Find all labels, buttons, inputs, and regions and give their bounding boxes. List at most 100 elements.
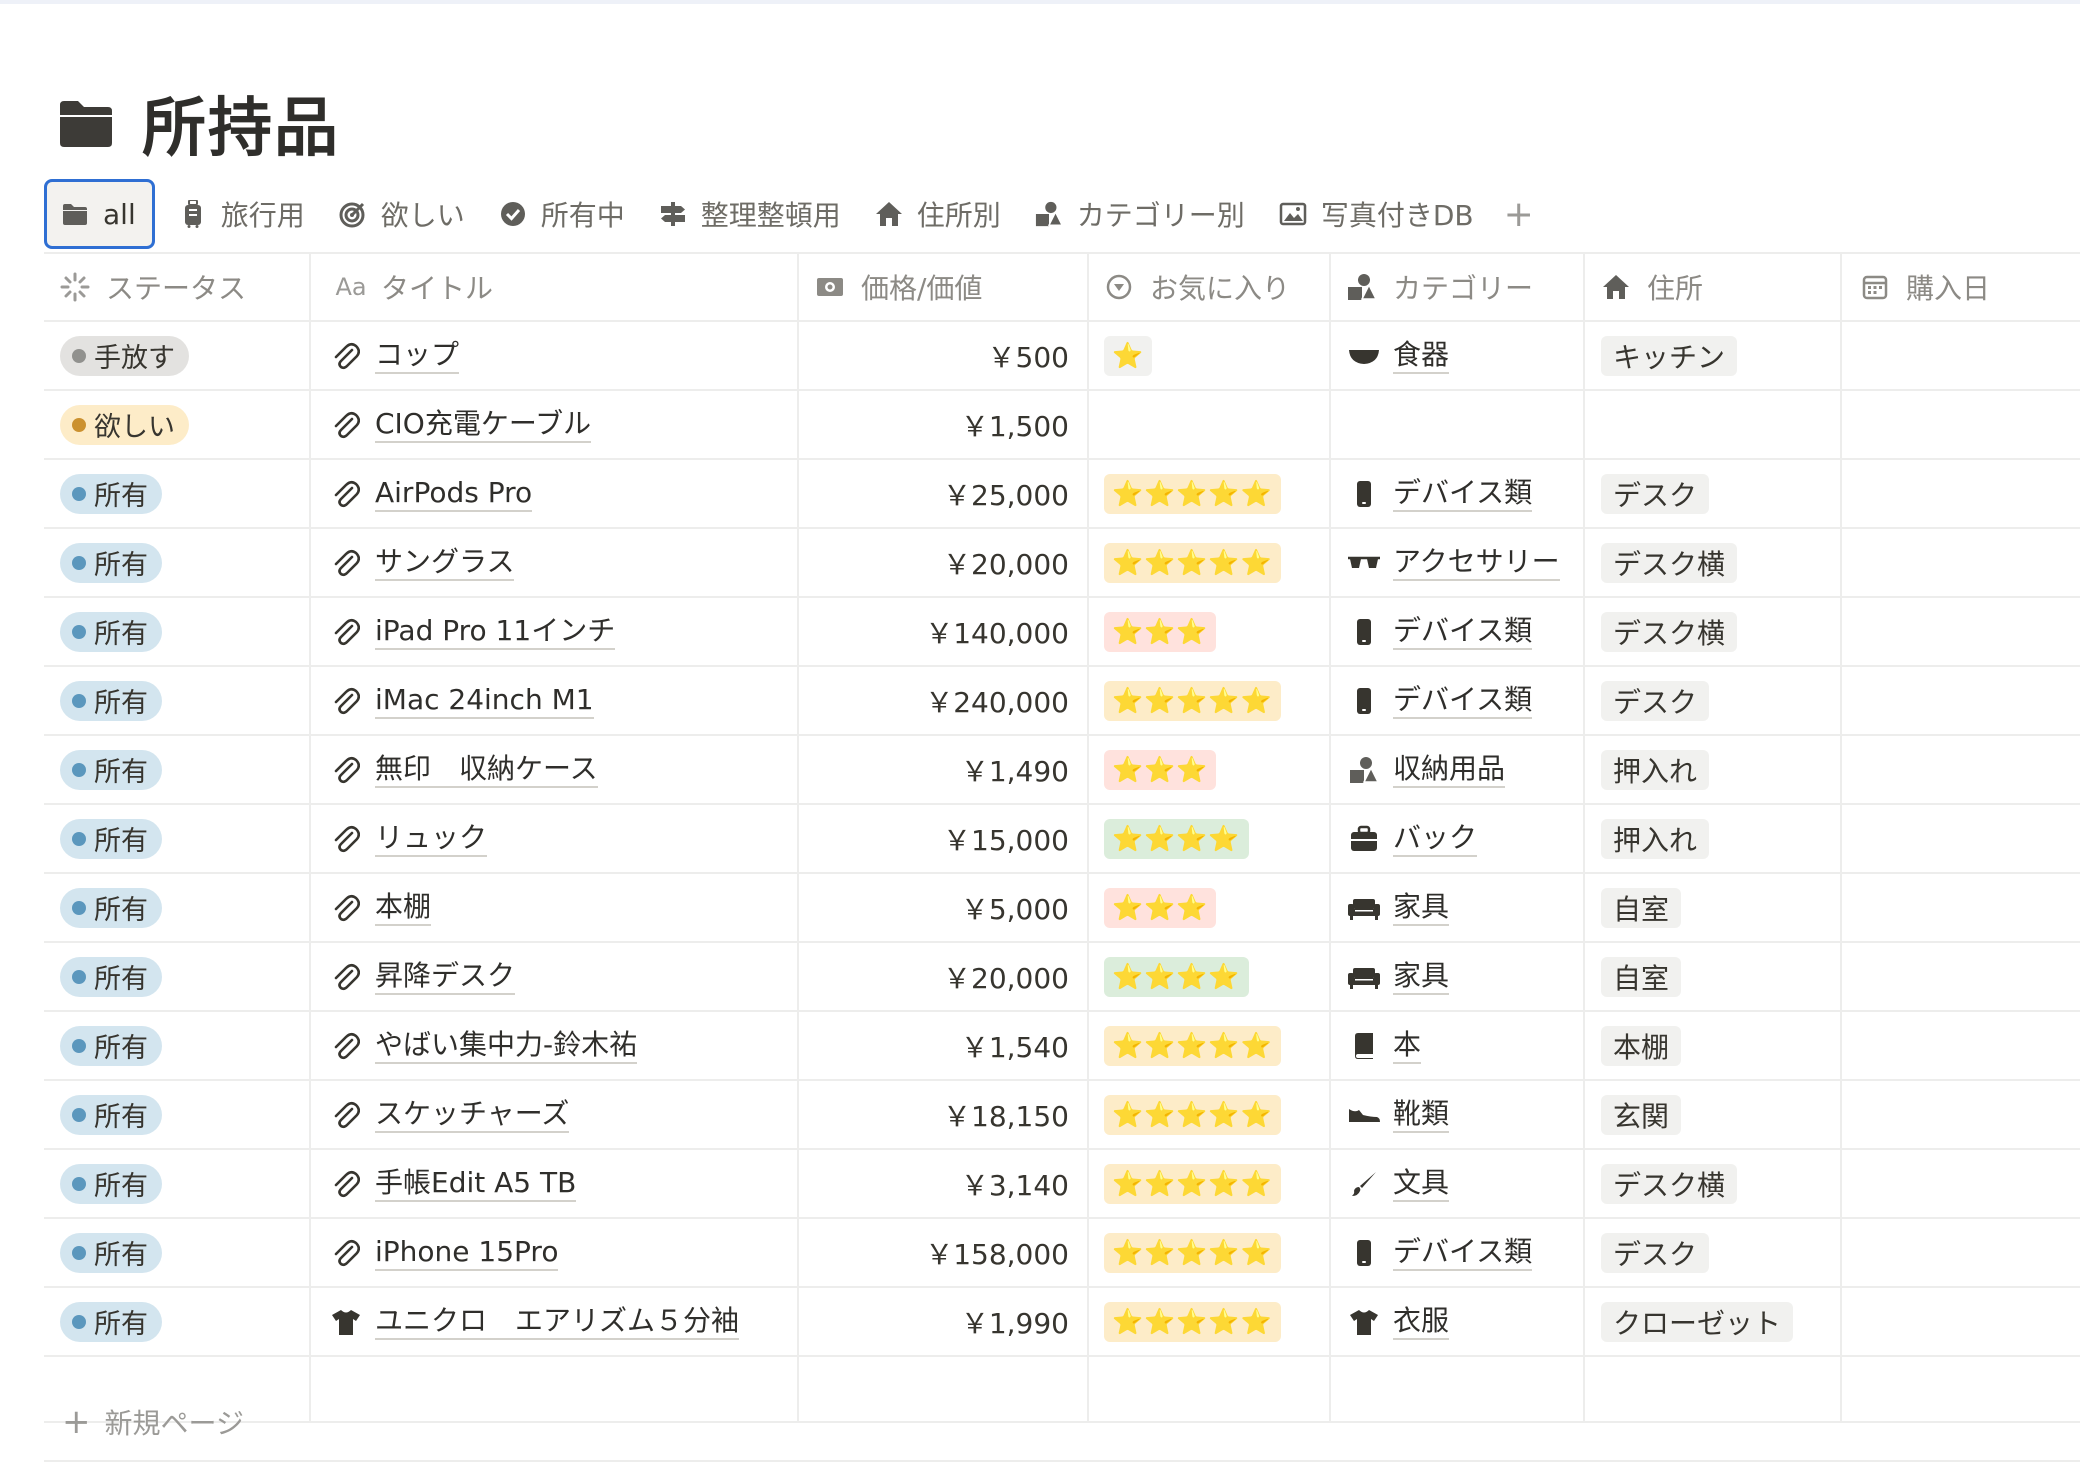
- title-cell[interactable]: 本棚: [311, 874, 799, 941]
- title-cell[interactable]: ユニクロ エアリズム５分袖: [311, 1288, 799, 1355]
- category-cell[interactable]: 文具: [1331, 1150, 1585, 1217]
- table-row[interactable]: 所有 iMac 24inch M1 ￥240,000 ⭐⭐⭐⭐⭐ デバイス類 デ…: [44, 667, 2080, 736]
- category-cell[interactable]: 本: [1331, 1012, 1585, 1079]
- column-header[interactable]: 購入日: [1842, 254, 2080, 320]
- table-row[interactable]: 所有 無印 収納ケース ￥1,490 ⭐⭐⭐ 収納用品 押入れ: [44, 736, 2080, 805]
- item-title[interactable]: 本棚: [375, 890, 432, 926]
- price-cell[interactable]: ￥1,540: [799, 1012, 1089, 1079]
- item-title[interactable]: リュック: [375, 821, 488, 857]
- category-link[interactable]: 収納用品: [1393, 752, 1506, 788]
- location-cell[interactable]: デスク: [1585, 667, 1842, 734]
- item-title[interactable]: 無印 収納ケース: [375, 752, 598, 788]
- title-cell[interactable]: スケッチャーズ: [311, 1081, 799, 1148]
- location-cell[interactable]: デスク横: [1585, 1150, 1842, 1217]
- price-cell[interactable]: ￥20,000: [799, 529, 1089, 596]
- status-cell[interactable]: 手放す: [44, 322, 311, 389]
- location-cell[interactable]: 自室: [1585, 943, 1842, 1010]
- purchase-date-cell[interactable]: [1842, 667, 2080, 734]
- purchase-date-cell[interactable]: [1842, 322, 2080, 389]
- category-link[interactable]: 家具: [1393, 959, 1450, 995]
- location-cell[interactable]: 本棚: [1585, 1012, 1842, 1079]
- title-cell[interactable]: iPhone 15Pro: [311, 1219, 799, 1286]
- item-title[interactable]: iMac 24inch M1: [375, 683, 594, 719]
- item-title[interactable]: サングラス: [375, 545, 515, 581]
- price-cell[interactable]: ￥3,140: [799, 1150, 1089, 1217]
- category-cell[interactable]: 靴類: [1331, 1081, 1585, 1148]
- category-cell[interactable]: 食器: [1331, 322, 1585, 389]
- purchase-date-cell[interactable]: [1842, 736, 2080, 803]
- purchase-date-cell[interactable]: [1842, 391, 2080, 458]
- status-cell[interactable]: 欲しい: [44, 391, 311, 458]
- location-cell[interactable]: クローゼット: [1585, 1288, 1842, 1355]
- purchase-date-cell[interactable]: [1842, 874, 2080, 941]
- item-title[interactable]: 昇降デスク: [375, 959, 516, 995]
- purchase-date-cell[interactable]: [1842, 1150, 2080, 1217]
- category-cell[interactable]: 衣服: [1331, 1288, 1585, 1355]
- price-cell[interactable]: ￥1,500: [799, 391, 1089, 458]
- item-title[interactable]: iPad Pro 11インチ: [375, 614, 616, 650]
- favorite-cell[interactable]: ⭐⭐⭐⭐⭐: [1089, 1219, 1331, 1286]
- location-cell[interactable]: 押入れ: [1585, 736, 1842, 803]
- status-cell[interactable]: 所有: [44, 1150, 311, 1217]
- tab-7[interactable]: 写真付きDB: [1269, 182, 1484, 246]
- category-link[interactable]: 本: [1393, 1028, 1422, 1064]
- title-cell[interactable]: 無印 収納ケース: [311, 736, 799, 803]
- favorite-cell[interactable]: ⭐⭐⭐⭐⭐: [1089, 1150, 1331, 1217]
- category-link[interactable]: 衣服: [1393, 1304, 1450, 1340]
- category-link[interactable]: デバイス類: [1393, 1235, 1533, 1271]
- category-link[interactable]: デバイス類: [1393, 614, 1533, 650]
- favorite-cell[interactable]: ⭐⭐⭐: [1089, 736, 1331, 803]
- favorite-cell[interactable]: ⭐⭐⭐⭐⭐: [1089, 529, 1331, 596]
- column-header[interactable]: Aa タイトル: [311, 254, 799, 320]
- favorite-cell[interactable]: ⭐⭐⭐⭐⭐: [1089, 460, 1331, 527]
- table-row[interactable]: 所有 手帳Edit A5 TB ￥3,140 ⭐⭐⭐⭐⭐ 文具 デスク横: [44, 1150, 2080, 1219]
- title-cell[interactable]: iPad Pro 11インチ: [311, 598, 799, 665]
- status-cell[interactable]: 所有: [44, 943, 311, 1010]
- column-header[interactable]: 住所: [1585, 254, 1842, 320]
- price-cell[interactable]: ￥158,000: [799, 1219, 1089, 1286]
- title-cell[interactable]: コップ: [311, 322, 799, 389]
- favorite-cell[interactable]: ⭐: [1089, 322, 1331, 389]
- category-cell[interactable]: 家具: [1331, 874, 1585, 941]
- category-cell[interactable]: バック: [1331, 805, 1585, 872]
- category-cell[interactable]: 収納用品: [1331, 736, 1585, 803]
- favorite-cell[interactable]: [1089, 391, 1331, 458]
- category-link[interactable]: アクセサリー: [1393, 545, 1560, 581]
- location-cell[interactable]: 自室: [1585, 874, 1842, 941]
- status-cell[interactable]: 所有: [44, 874, 311, 941]
- status-cell[interactable]: 所有: [44, 529, 311, 596]
- tab-3[interactable]: 所有中: [489, 182, 635, 246]
- column-header[interactable]: 価格/価値: [799, 254, 1089, 320]
- new-page-button[interactable]: + 新規ページ: [62, 1402, 244, 1442]
- title-cell[interactable]: iMac 24inch M1: [311, 667, 799, 734]
- tab-1[interactable]: 旅行用: [169, 182, 315, 246]
- table-row[interactable]: 所有 iPad Pro 11インチ ￥140,000 ⭐⭐⭐ デバイス類 デスク…: [44, 598, 2080, 667]
- location-cell[interactable]: キッチン: [1585, 322, 1842, 389]
- purchase-date-cell[interactable]: [1842, 805, 2080, 872]
- favorite-cell[interactable]: ⭐⭐⭐: [1089, 598, 1331, 665]
- table-row[interactable]: 欲しい CIO充電ケーブル ￥1,500: [44, 391, 2080, 460]
- category-cell[interactable]: 家具: [1331, 943, 1585, 1010]
- location-cell[interactable]: デスク横: [1585, 529, 1842, 596]
- table-row[interactable]: 所有 サングラス ￥20,000 ⭐⭐⭐⭐⭐ アクセサリー デスク横: [44, 529, 2080, 598]
- category-cell[interactable]: デバイス類: [1331, 460, 1585, 527]
- column-header[interactable]: カテゴリー: [1331, 254, 1585, 320]
- status-cell[interactable]: 所有: [44, 1219, 311, 1286]
- item-title[interactable]: 手帳Edit A5 TB: [375, 1166, 577, 1202]
- price-cell[interactable]: ￥1,990: [799, 1288, 1089, 1355]
- title-cell[interactable]: 手帳Edit A5 TB: [311, 1150, 799, 1217]
- column-header[interactable]: お気に入り: [1089, 254, 1331, 320]
- price-cell[interactable]: ￥240,000: [799, 667, 1089, 734]
- title-cell[interactable]: リュック: [311, 805, 799, 872]
- favorite-cell[interactable]: ⭐⭐⭐: [1089, 874, 1331, 941]
- purchase-date-cell[interactable]: [1842, 1012, 2080, 1079]
- item-title[interactable]: AirPods Pro: [375, 476, 533, 512]
- price-cell[interactable]: ￥1,490: [799, 736, 1089, 803]
- category-link[interactable]: デバイス類: [1393, 683, 1533, 719]
- category-cell[interactable]: デバイス類: [1331, 1219, 1585, 1286]
- item-title[interactable]: CIO充電ケーブル: [375, 407, 592, 443]
- category-link[interactable]: デバイス類: [1393, 476, 1533, 512]
- favorite-cell[interactable]: ⭐⭐⭐⭐: [1089, 943, 1331, 1010]
- item-title[interactable]: やばい集中力-鈴木祐: [375, 1028, 638, 1064]
- title-cell[interactable]: CIO充電ケーブル: [311, 391, 799, 458]
